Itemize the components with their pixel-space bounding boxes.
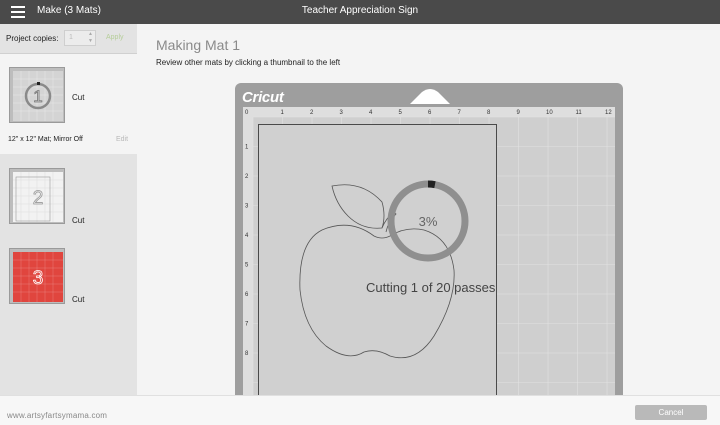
mat-2-thumbnail-graphic: 2 (13, 172, 63, 222)
ruler-top-label: 12 (605, 110, 612, 116)
mat-handle-notch (410, 89, 450, 104)
mat-1-action: Cut (72, 93, 85, 102)
mat-2-action: Cut (72, 216, 85, 225)
mat-1-thumbnail[interactable]: 1 (9, 67, 65, 123)
mat-item-2[interactable]: 2 Cut (0, 168, 137, 234)
page-title: Making Mat 1 (156, 37, 241, 53)
cricut-logo: Cricut (242, 89, 284, 106)
ruler-top-label: 10 (546, 110, 553, 116)
svg-text:2: 2 (33, 188, 44, 209)
copies-stepper-icon[interactable]: ▲ ▼ (86, 31, 95, 45)
cutting-passes-status: Cutting 1 of 20 passes (366, 280, 496, 295)
mat-1-thumbnail-graphic: 1 (13, 71, 63, 121)
mat-item-3[interactable]: 3 Cut (0, 248, 137, 308)
project-copies-row: Project copies: 1 ▲ ▼ Apply (0, 24, 137, 54)
mat-3-thumbnail[interactable]: 3 (9, 248, 65, 304)
footer-bar: www.artsyfartsymama.com Cancel (0, 395, 720, 425)
mat-3-action: Cut (72, 295, 85, 304)
mat-2-thumbnail[interactable]: 2 (9, 168, 65, 224)
page-subtitle: Review other mats by clicking a thumbnai… (156, 58, 341, 67)
mat-sidebar: Project copies: 1 ▲ ▼ Apply 1 Cut 12" x 1… (0, 24, 137, 395)
mat-item-1[interactable]: 1 Cut 12" x 12" Mat; Mirror Off Edit (0, 54, 137, 154)
apply-button[interactable]: Apply (106, 34, 124, 41)
progress-percentage: 3% (418, 214, 438, 229)
ruler-top-label: 11 (576, 110, 583, 116)
svg-text:3: 3 (33, 268, 44, 289)
top-bar: Make (3 Mats) Teacher Appreciation Sign (0, 0, 720, 24)
cancel-button[interactable]: Cancel (635, 405, 707, 420)
mat-1-settings: 12" x 12" Mat; Mirror Off (8, 136, 83, 143)
project-copies-label: Project copies: (6, 34, 59, 43)
svg-text:1: 1 (33, 87, 42, 106)
watermark: www.artsyfartsymama.com (7, 411, 108, 420)
mat-3-thumbnail-graphic: 3 (13, 252, 63, 302)
apple-leaf (331, 184, 385, 229)
document-title: Teacher Appreciation Sign (301, 5, 419, 16)
mat-1-edit-button[interactable]: Edit (116, 136, 128, 143)
